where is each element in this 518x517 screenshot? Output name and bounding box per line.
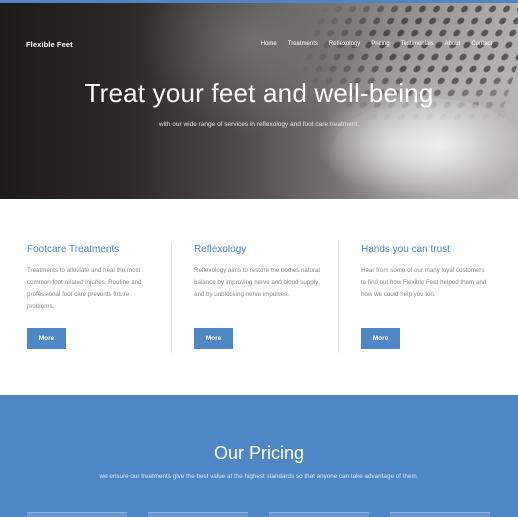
nav-home[interactable]: Home <box>261 41 277 47</box>
hero-banner: Flexible Feet Home Treatments Reflexolog… <box>0 3 518 199</box>
price-card <box>27 512 127 517</box>
feature-footcare: Footcare Treatments Treatments to allevi… <box>27 244 157 349</box>
feature-trust: Hands you can trust Hear from some of ou… <box>361 244 491 349</box>
hero-subtitle: with our wide range of services in refle… <box>158 121 360 128</box>
reflexology-more-button[interactable]: More <box>194 328 233 349</box>
price-card <box>148 512 248 517</box>
nav-about[interactable]: About <box>445 41 461 47</box>
footcare-more-button[interactable]: More <box>27 328 66 349</box>
price-card <box>269 512 369 517</box>
pricing-section: Our Pricing we ensure our treatments giv… <box>0 395 518 517</box>
feature-text: Reflexology aims to restore the bodies n… <box>194 267 320 298</box>
feature-title: Reflexology <box>194 244 247 255</box>
feature-reflexology: Reflexology Reflexology aims to restore … <box>194 244 324 349</box>
feature-text: Hear from some of our many loyal custome… <box>361 267 487 298</box>
feature-title: Footcare Treatments <box>27 244 120 255</box>
trust-more-button[interactable]: More <box>361 328 400 349</box>
price-card <box>390 512 490 517</box>
column-divider <box>338 243 339 353</box>
main-nav: Home Treatments Reflexology Pricing Test… <box>261 41 492 47</box>
pricing-subtitle: we ensure our treatments give the best v… <box>99 473 419 480</box>
nav-testimonials[interactable]: Testimonials <box>401 41 434 47</box>
feature-title: Hands you can trust <box>361 244 450 255</box>
nav-pricing[interactable]: Pricing <box>371 41 389 47</box>
nav-reflexology[interactable]: Reflexology <box>329 41 360 47</box>
features-section: Footcare Treatments Treatments to allevi… <box>0 199 518 395</box>
feature-text: Treatments to alleviate and heal the mos… <box>27 267 142 310</box>
site-logo[interactable]: Flexible Feet <box>26 40 73 49</box>
nav-contact[interactable]: Contact <box>471 41 492 47</box>
hero-title: Treat your feet and well-being <box>84 78 434 108</box>
nav-treatments[interactable]: Treatments <box>288 41 318 47</box>
column-divider <box>171 243 172 353</box>
pricing-title: Our Pricing <box>213 443 305 463</box>
